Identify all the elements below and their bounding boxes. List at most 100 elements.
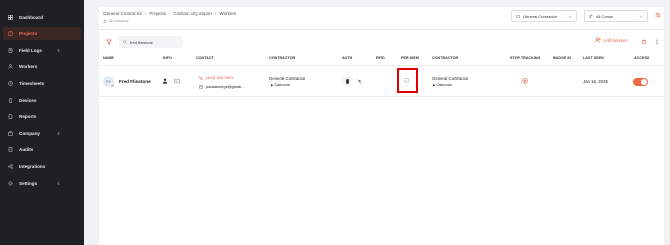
sidebar-item-field-logs[interactable]: Field Logs	[3, 44, 81, 57]
signal-off-icon	[356, 78, 362, 84]
chevron-down-icon	[639, 15, 643, 18]
column-header-stop-tracking: STOP TRACKING	[510, 56, 541, 60]
sidebar-item-label: Dashboard	[19, 15, 43, 20]
audits-icon	[8, 147, 13, 152]
contractor-name: General Contractor	[269, 76, 306, 81]
column-header-access: ACCESS	[634, 56, 650, 60]
company-icon	[8, 131, 13, 136]
contact-phone-value: (443) 315-9921	[206, 75, 234, 80]
table-row[interactable]: FF Fred Flinstone (443) 315-9921 paulasm…	[99, 65, 664, 97]
sidebar-item-label: Company	[19, 131, 40, 136]
breadcrumb-current: Workers	[219, 11, 237, 16]
column-header-per-diem: PER DIEM	[401, 56, 419, 60]
contractor-select-value: General Contractor	[523, 13, 558, 19]
sidebar-item-audits[interactable]: Audits	[3, 143, 81, 156]
sidebar-item-devices[interactable]: Devices	[3, 94, 81, 107]
stop-tracking-icon[interactable]	[522, 78, 528, 84]
sidebar-item-label: Integrations	[19, 164, 46, 169]
devices-icon	[8, 98, 13, 103]
contact-phone[interactable]: (443) 315-9921	[199, 75, 233, 80]
column-header-badge-id: BADGE ID	[553, 56, 572, 60]
sidebar-item-label: Timesheets	[19, 81, 45, 86]
sliders-icon[interactable]	[655, 12, 661, 18]
subcount: All company	[103, 19, 129, 23]
breadcrumb-item[interactable]: Gotham city airport	[173, 11, 212, 16]
sidebar-item-label: Devices	[19, 98, 37, 103]
sidebar-item-settings[interactable]: Settings	[3, 177, 81, 190]
access-toggle[interactable]	[633, 78, 648, 86]
auth-device-button[interactable]	[343, 77, 351, 85]
filter-icon[interactable]	[106, 39, 112, 45]
last-seen: Jan 16, 2025	[583, 79, 608, 84]
phone-device-icon	[345, 78, 349, 84]
column-header-rfid: RFID	[376, 56, 385, 60]
workers-icon	[8, 64, 13, 69]
crews-select[interactable]: All Crews	[584, 10, 648, 22]
more-vertical-icon[interactable]	[654, 39, 660, 45]
column-header-last-seen[interactable]: LAST SEEN	[583, 56, 604, 60]
breadcrumb-item[interactable]: General Contractor	[103, 11, 142, 16]
sidebar-item-label: Workers	[19, 64, 38, 69]
contact-email-value: paulasmegs@gmail....	[206, 84, 246, 89]
sidebar-item-label: Settings	[19, 181, 38, 186]
sidebar-item-reports[interactable]: Reports	[3, 110, 81, 123]
refresh-icon[interactable]	[641, 39, 647, 45]
column-header-name[interactable]: NAME	[103, 56, 114, 60]
breadcrumb: General Contractor / Projects / Gotham city …	[103, 11, 236, 16]
worker-name[interactable]: Fred Flinstone	[119, 79, 151, 84]
breadcrumb-separator: /	[215, 11, 217, 16]
sidebar-item-workers[interactable]: Workers	[3, 60, 81, 73]
contractor-crew[interactable]: ▶ Cartoons	[271, 83, 290, 87]
status-dot	[110, 83, 115, 88]
column-header-auth: AUTH	[342, 56, 353, 60]
chevron-left-icon	[57, 48, 60, 53]
search-value: fred flinstone	[130, 39, 153, 45]
dashboard-icon	[8, 15, 13, 20]
phone-icon	[199, 75, 203, 80]
sidebar-item-company[interactable]: Company	[3, 127, 81, 140]
toolbar: fred flinstone Add Worker	[99, 30, 664, 54]
sidebar-item-timesheets[interactable]: Timesheets	[3, 77, 81, 90]
contractor-crew-label: Cartoons	[436, 83, 452, 87]
contractor-select[interactable]: General Contractor	[511, 10, 577, 22]
reports-icon	[8, 114, 13, 119]
email-icon	[199, 85, 203, 88]
group-icon	[103, 19, 107, 23]
crews-icon	[589, 14, 593, 18]
per-diem-icon[interactable]	[404, 78, 409, 83]
add-worker-button[interactable]: Add Worker	[595, 37, 627, 43]
column-header-contractor[interactable]: CONTRACTOR	[269, 56, 295, 60]
sidebar-item-label: Reports	[19, 114, 37, 119]
subcount-label: All company	[109, 19, 129, 23]
add-user-icon	[595, 37, 601, 43]
table-header: NAME INFO CONTACT CONTRACTOR AUTH RFID P…	[99, 56, 664, 64]
sidebar: Dashboard Projects Field Logs Workers Ti…	[0, 0, 84, 245]
sidebar-item-dashboard[interactable]: Dashboard	[3, 11, 81, 24]
caret-right-icon: ▶	[433, 83, 436, 87]
id-card-icon[interactable]	[174, 78, 180, 84]
column-header-contact: CONTACT	[196, 56, 214, 60]
contractor-crew-2[interactable]: ▶ Cartoons	[433, 83, 452, 87]
contractor-crew-label: Cartoons	[274, 83, 290, 87]
timesheets-icon	[8, 81, 13, 86]
contact-email[interactable]: paulasmegs@gmail....	[199, 84, 246, 89]
chevron-left-icon	[57, 181, 60, 186]
search-input[interactable]: fred flinstone	[119, 36, 183, 48]
main-panel: General Contractor / Projects / Gotham city …	[99, 7, 664, 245]
auth-disabled-button[interactable]	[355, 77, 363, 85]
sidebar-item-label: Projects	[19, 31, 38, 36]
sidebar-item-projects[interactable]: Projects	[3, 27, 81, 40]
sidebar-item-label: Field Logs	[19, 48, 42, 53]
column-header-info: INFO	[163, 56, 172, 60]
chevron-down-icon	[568, 15, 572, 18]
sidebar-item-label: Audits	[19, 147, 34, 152]
company-icon	[516, 14, 520, 18]
sidebar-item-integrations[interactable]: Integrations	[3, 160, 81, 173]
toggle-knob	[641, 79, 647, 85]
user-info-icon[interactable]	[162, 78, 168, 84]
breadcrumb-item[interactable]: Projects	[149, 11, 166, 16]
breadcrumb-separator: /	[145, 11, 147, 16]
column-header-contractor-2[interactable]: CONTRACTOR	[432, 56, 458, 60]
header: General Contractor / Projects / Gotham city …	[99, 7, 664, 30]
gear-icon	[8, 181, 13, 186]
